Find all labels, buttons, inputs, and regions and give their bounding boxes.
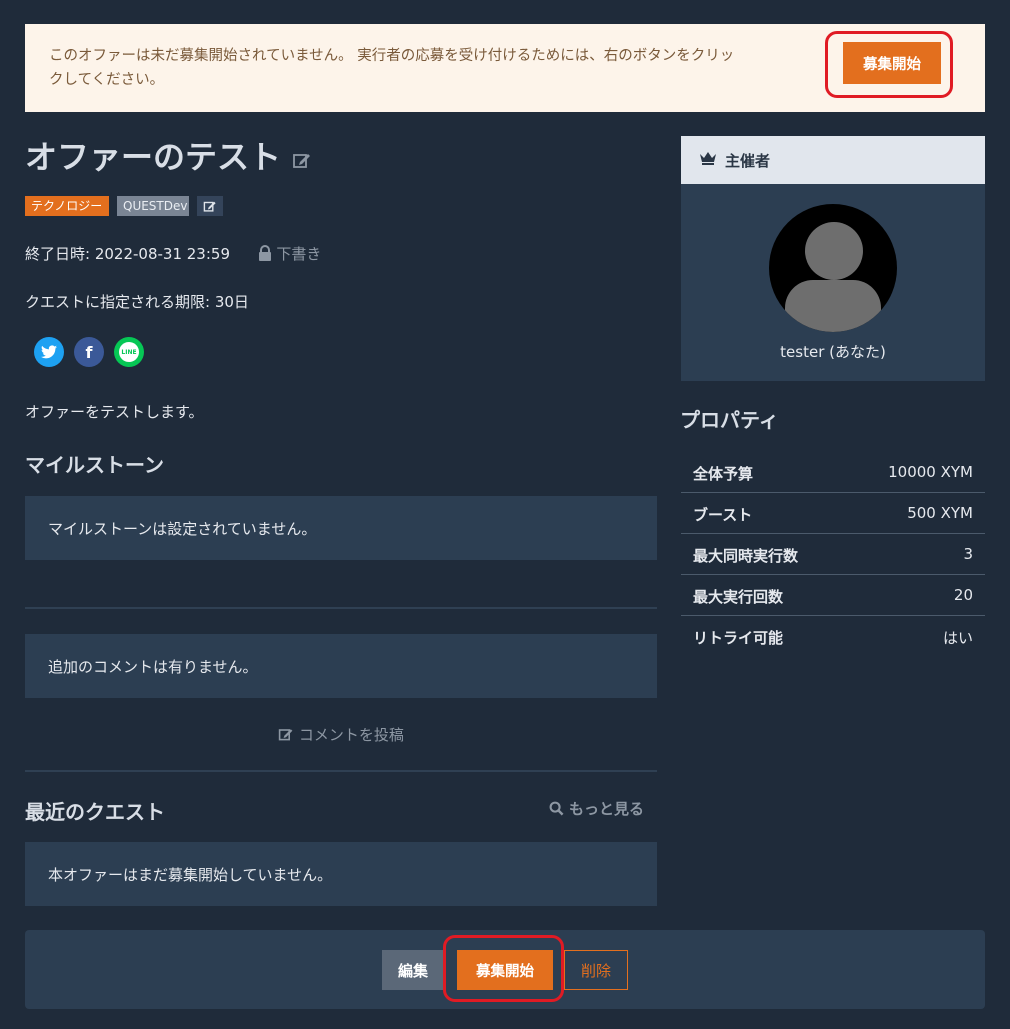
property-key: 最大実行回数 (693, 588, 784, 606)
start-recruiting-button-top[interactable]: 募集開始 (843, 42, 941, 84)
line-icon-label: LINE (119, 342, 139, 362)
offer-description: オファーをテストします。 (25, 403, 204, 421)
property-value: はい (942, 629, 973, 647)
search-icon (549, 800, 569, 818)
quests-empty-panel: 本オファーはまだ募集開始していません。 (25, 842, 657, 906)
end-date: 終了日時: 2022-08-31 23:59 (25, 245, 230, 263)
divider (25, 607, 657, 609)
organizer-heading: 主催者 (725, 151, 771, 170)
recent-quests-heading: 最近のクエスト (25, 800, 165, 824)
start-recruiting-button[interactable]: 募集開始 (457, 950, 553, 990)
comments-empty-text: 追加のコメントは有りません。 (48, 657, 258, 676)
post-comment-link[interactable]: コメントを投稿 (25, 724, 657, 745)
divider (25, 770, 657, 772)
offer-title-row: オファーのテスト (25, 132, 312, 178)
quests-empty-text: 本オファーはまだ募集開始していません。 (48, 865, 333, 884)
crown-icon (699, 151, 717, 169)
property-row: 最大実行回数 20 (681, 575, 985, 616)
action-bar: 編集 募集開始 削除 (25, 930, 985, 1009)
property-row: 最大同時実行数 3 (681, 534, 985, 575)
comments-empty-panel: 追加のコメントは有りません。 (25, 634, 657, 698)
end-date-row: 終了日時: 2022-08-31 23:59 下書き (25, 243, 321, 264)
property-value: 10000 XYM (888, 463, 973, 481)
post-comment-label: コメントを投稿 (298, 726, 404, 744)
edit-icon (278, 726, 299, 744)
delete-button[interactable]: 削除 (564, 950, 628, 990)
organizer-name[interactable]: tester (あなた) (681, 341, 985, 362)
line-icon[interactable]: LINE (114, 337, 144, 367)
edit-button[interactable]: 編集 (382, 950, 444, 990)
status-draft: 下書き (276, 245, 322, 263)
property-key: ブースト (693, 506, 753, 524)
property-key: 全体予算 (693, 465, 754, 483)
tag-questdev[interactable]: QUESTDev (117, 196, 189, 216)
edit-tags-icon[interactable] (197, 196, 223, 216)
property-row: 全体予算 10000 XYM (681, 452, 985, 493)
property-value: 20 (953, 586, 973, 604)
avatar[interactable] (769, 204, 897, 332)
quest-deadline: クエストに指定される期限: 30日 (25, 293, 249, 311)
milestones-heading: マイルストーン (25, 453, 164, 477)
offer-title: オファーのテスト (25, 138, 282, 176)
property-key: リトライ可能 (693, 629, 784, 647)
milestones-empty-panel: マイルストーンは設定されていません。 (25, 496, 657, 560)
organizer-header: 主催者 (681, 136, 985, 184)
draft-notice-banner: このオファーは未だ募集開始されていません。 実行者の応募を受け付けるためには、右… (25, 24, 985, 112)
property-value: 500 XYM (907, 504, 973, 522)
property-row: リトライ可能 はい (681, 616, 985, 657)
see-more-label: もっと見る (568, 800, 644, 818)
property-value: 3 (963, 545, 973, 563)
tag-technology[interactable]: テクノロジー (25, 196, 109, 216)
lock-icon (258, 245, 277, 263)
twitter-icon[interactable] (34, 337, 64, 367)
see-more-link[interactable]: もっと見る (549, 798, 644, 819)
properties-heading: プロパティ (680, 408, 779, 432)
property-key: 最大同時実行数 (693, 547, 799, 565)
edit-title-icon[interactable] (292, 140, 312, 178)
organizer-panel: tester (あなた) (681, 184, 985, 381)
property-row: ブースト 500 XYM (681, 493, 985, 534)
milestones-empty-text: マイルストーンは設定されていません。 (48, 519, 317, 538)
facebook-icon[interactable]: f (74, 337, 104, 367)
notice-text: このオファーは未だ募集開始されていません。 実行者の応募を受け付けるためには、右… (49, 48, 735, 88)
